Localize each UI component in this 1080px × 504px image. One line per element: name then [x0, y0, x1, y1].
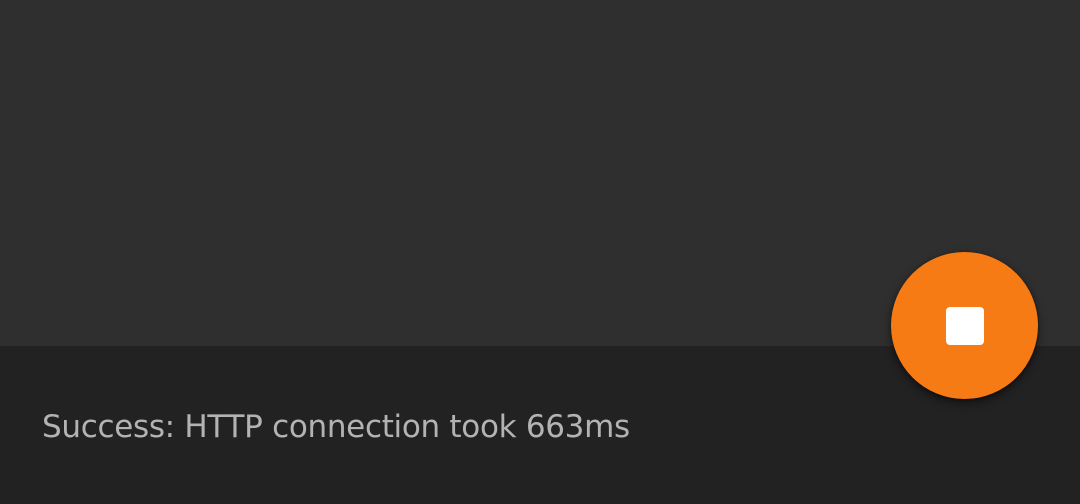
app-screen: Success: HTTP connection took 663ms — [0, 0, 1080, 504]
status-message: Success: HTTP connection took 663ms — [42, 409, 630, 445]
stop-icon — [945, 306, 984, 345]
stop-button[interactable] — [891, 252, 1038, 399]
